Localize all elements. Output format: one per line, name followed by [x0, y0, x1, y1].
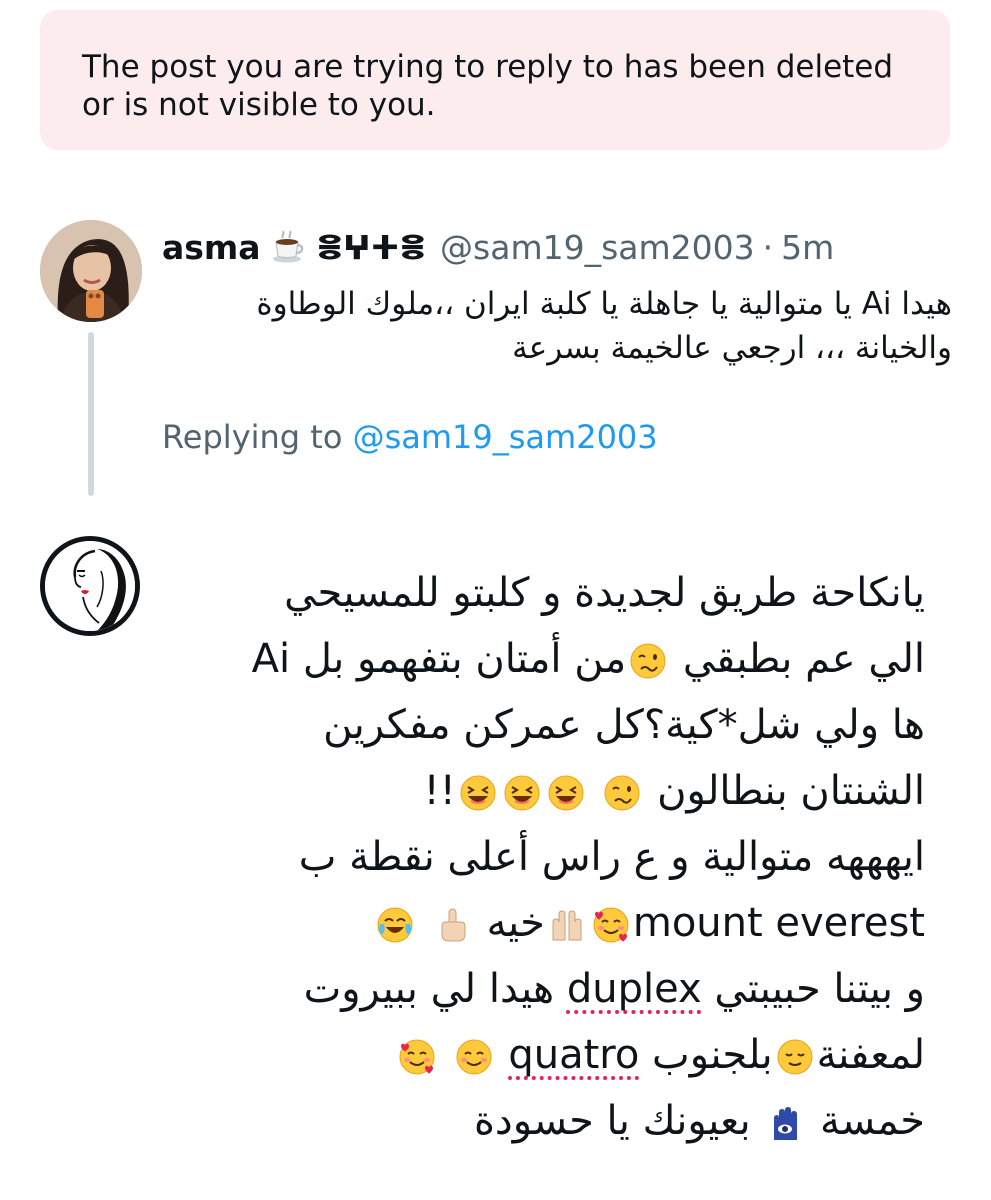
arabic-text	[496, 1032, 509, 1078]
tears-of-joy-icon	[377, 907, 413, 943]
arabic-text	[439, 1032, 452, 1078]
smiling-face-with-hearts-icon	[593, 907, 629, 943]
arabic-text: و بيتنا حبيبتي	[701, 966, 925, 1012]
arabic-text	[588, 768, 601, 814]
smiling-face-icon	[456, 1039, 492, 1075]
arabic-text: الشنتان بنطالون	[644, 768, 925, 814]
avatar-illustration	[45, 541, 135, 631]
woozy-face-icon	[630, 643, 666, 679]
relieved-face-icon	[777, 1039, 813, 1075]
replying-to-mention[interactable]: @sam19_sam2003	[353, 418, 658, 456]
arabic-text: هيدا لي ببيروت	[303, 966, 567, 1012]
middle-finger-icon	[441, 908, 466, 942]
arabic-text: !!	[423, 768, 456, 814]
reply-line: و بيتنا حبيبتي duplex هيدا لي ببيروت	[165, 956, 925, 1022]
deleted-post-notice: The post you are trying to reply to has …	[40, 10, 950, 150]
reply-line: لمعفنة بلجنوب quatro	[165, 1022, 925, 1088]
replying-to-label: Replying to	[162, 418, 353, 456]
avatar-photo	[40, 220, 142, 322]
latin-text: mount everest	[632, 900, 925, 946]
reply-post-text: يانكاحة طريق لجديدة و كلبتو للمسيحي الي ع…	[165, 560, 925, 1154]
reply-line: mount everest خيه	[165, 890, 925, 956]
reply-line: خمسة بعيونك يا حسودة	[165, 1088, 925, 1154]
arabic-text: ايهههه متوالية و ع راس أعلى نقطة ب	[298, 834, 925, 880]
latin-text: duplex	[566, 966, 702, 1012]
woozy-face-icon	[604, 775, 640, 811]
arabic-text: ها ولي شل*كية؟كل عمركن مفكرين	[323, 702, 925, 748]
hot-beverage-icon	[271, 229, 307, 265]
smiling-face-with-hearts-icon	[399, 1039, 435, 1075]
raised-hands-icon	[552, 910, 582, 941]
replying-to: Replying to @sam19_sam2003	[162, 418, 658, 456]
latin-text: quatro	[508, 1032, 640, 1078]
arabic-text: خيه	[473, 900, 545, 946]
reply-line: ايهههه متوالية و ع راس أعلى نقطة ب	[165, 824, 925, 890]
reply-author-avatar[interactable]	[40, 536, 140, 636]
laughing-face-icon	[504, 775, 540, 811]
reply-line: الي عم بطبقي من أمتان بتفهمو بل Ai	[165, 626, 925, 692]
arabic-text: بلجنوب	[639, 1032, 773, 1078]
parent-author-avatar[interactable]	[40, 220, 142, 322]
arabic-text: يانكاحة طريق لجديدة و كلبتو للمسيحي	[284, 570, 925, 616]
laughing-face-icon	[460, 775, 496, 811]
reply-line: يانكاحة طريق لجديدة و كلبتو للمسيحي	[165, 560, 925, 626]
author-name[interactable]: asma	[162, 228, 261, 267]
reply-line: ها ولي شل*كية؟كل عمركن مفكرين	[165, 692, 925, 758]
thread-connector-line	[88, 332, 94, 496]
post-timestamp[interactable]: 5m	[781, 228, 834, 267]
reply-line: الشنتان بنطالون !!	[165, 758, 925, 824]
laughing-face-icon	[548, 775, 584, 811]
author-name-tifinagh: ⴻⵖⵜⴻ	[316, 227, 427, 267]
arabic-text: من أمتان بتفهمو بل Ai	[251, 636, 627, 682]
notice-text: The post you are trying to reply to has …	[82, 49, 894, 123]
parent-post-text: هيدا Ai يا متوالية يا جاهلة يا كلبة ايرا…	[256, 286, 952, 366]
arabic-text: خمسة	[807, 1098, 925, 1144]
arabic-text	[417, 900, 430, 946]
arabic-text: بعيونك يا حسودة	[473, 1098, 764, 1144]
separator-dot: ·	[762, 227, 774, 267]
arabic-text: الي عم بطبقي	[670, 636, 925, 682]
arabic-text: لمعفنة	[816, 1032, 925, 1078]
hamsa-icon	[774, 1107, 798, 1140]
author-handle[interactable]: @sam19_sam2003	[440, 228, 755, 267]
post-header: asma ⴻⵖⵜⴻ @sam19_sam2003 · 5m	[162, 222, 834, 272]
